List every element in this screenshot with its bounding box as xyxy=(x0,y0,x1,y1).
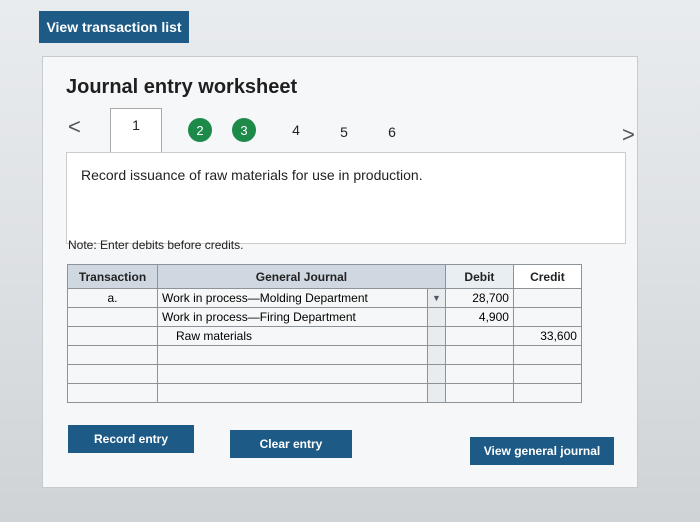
transaction-cell[interactable]: a. xyxy=(67,288,158,308)
dropdown-icon[interactable]: ▼ xyxy=(427,288,446,308)
account-cell[interactable] xyxy=(157,364,428,384)
step-2-tab[interactable]: 2 xyxy=(188,118,212,142)
header-debit: Debit xyxy=(444,264,514,289)
dropdown-cell[interactable] xyxy=(427,326,446,346)
clear-entry-button[interactable]: Clear entry xyxy=(230,430,352,458)
credit-cell[interactable]: 33,600 xyxy=(512,326,582,346)
step-6-tab[interactable]: 6 xyxy=(380,120,404,144)
header-credit: Credit xyxy=(512,264,582,289)
page-title: Journal entry worksheet xyxy=(66,76,298,98)
credit-cell[interactable] xyxy=(512,345,582,365)
credit-cell[interactable] xyxy=(512,383,582,403)
step-4-tab[interactable]: 4 xyxy=(284,118,308,142)
account-cell[interactable]: Raw materials xyxy=(157,326,428,346)
chevron-right-icon[interactable]: > xyxy=(622,122,635,148)
table-row xyxy=(67,345,582,365)
dropdown-cell[interactable] xyxy=(427,307,446,327)
table-row: a. Work in process—Molding Department ▼ … xyxy=(67,288,582,308)
debit-cell[interactable] xyxy=(444,383,514,403)
dropdown-cell[interactable] xyxy=(427,364,446,384)
step-5-tab[interactable]: 5 xyxy=(332,120,356,144)
step-navigation: < 1 2 3 4 5 6 > xyxy=(60,108,640,152)
instruction-text: Record issuance of raw materials for use… xyxy=(81,167,423,183)
table-row xyxy=(67,364,582,384)
debit-cell[interactable] xyxy=(444,364,514,384)
note-text: Note: Enter debits before credits. xyxy=(68,238,244,252)
table-row: Work in process—Firing Department 4,900 xyxy=(67,307,582,327)
transaction-cell[interactable] xyxy=(67,345,158,365)
dropdown-cell[interactable] xyxy=(427,345,446,365)
instruction-box: Record issuance of raw materials for use… xyxy=(66,152,626,244)
table-row xyxy=(67,383,582,403)
view-general-journal-button[interactable]: View general journal xyxy=(470,437,614,465)
credit-cell[interactable] xyxy=(512,288,582,308)
journal-table: Transaction General Journal Debit Credit… xyxy=(67,264,582,403)
transaction-cell[interactable] xyxy=(67,307,158,327)
credit-cell[interactable] xyxy=(512,307,582,327)
transaction-cell[interactable] xyxy=(67,364,158,384)
view-transaction-list-button[interactable]: View transaction list xyxy=(39,11,189,43)
account-cell[interactable]: Work in process—Firing Department xyxy=(157,307,428,327)
record-entry-button[interactable]: Record entry xyxy=(68,425,194,453)
table-row: Raw materials 33,600 xyxy=(67,326,582,346)
debit-cell[interactable] xyxy=(444,345,514,365)
credit-cell[interactable] xyxy=(512,364,582,384)
debit-cell[interactable]: 4,900 xyxy=(444,307,514,327)
transaction-cell[interactable] xyxy=(67,326,158,346)
step-3-tab[interactable]: 3 xyxy=(232,118,256,142)
transaction-cell[interactable] xyxy=(67,383,158,403)
chevron-left-icon[interactable]: < xyxy=(68,114,81,140)
step-1-tab[interactable]: 1 xyxy=(110,108,162,152)
header-general-journal: General Journal xyxy=(157,264,446,289)
journal-table-wrap: Transaction General Journal Debit Credit… xyxy=(67,264,582,403)
debit-cell[interactable] xyxy=(444,326,514,346)
header-transaction: Transaction xyxy=(67,264,158,289)
account-cell[interactable] xyxy=(157,345,428,365)
dropdown-cell[interactable] xyxy=(427,383,446,403)
debit-cell[interactable]: 28,700 xyxy=(444,288,514,308)
account-cell[interactable] xyxy=(157,383,428,403)
account-cell[interactable]: Work in process—Molding Department xyxy=(157,288,428,308)
